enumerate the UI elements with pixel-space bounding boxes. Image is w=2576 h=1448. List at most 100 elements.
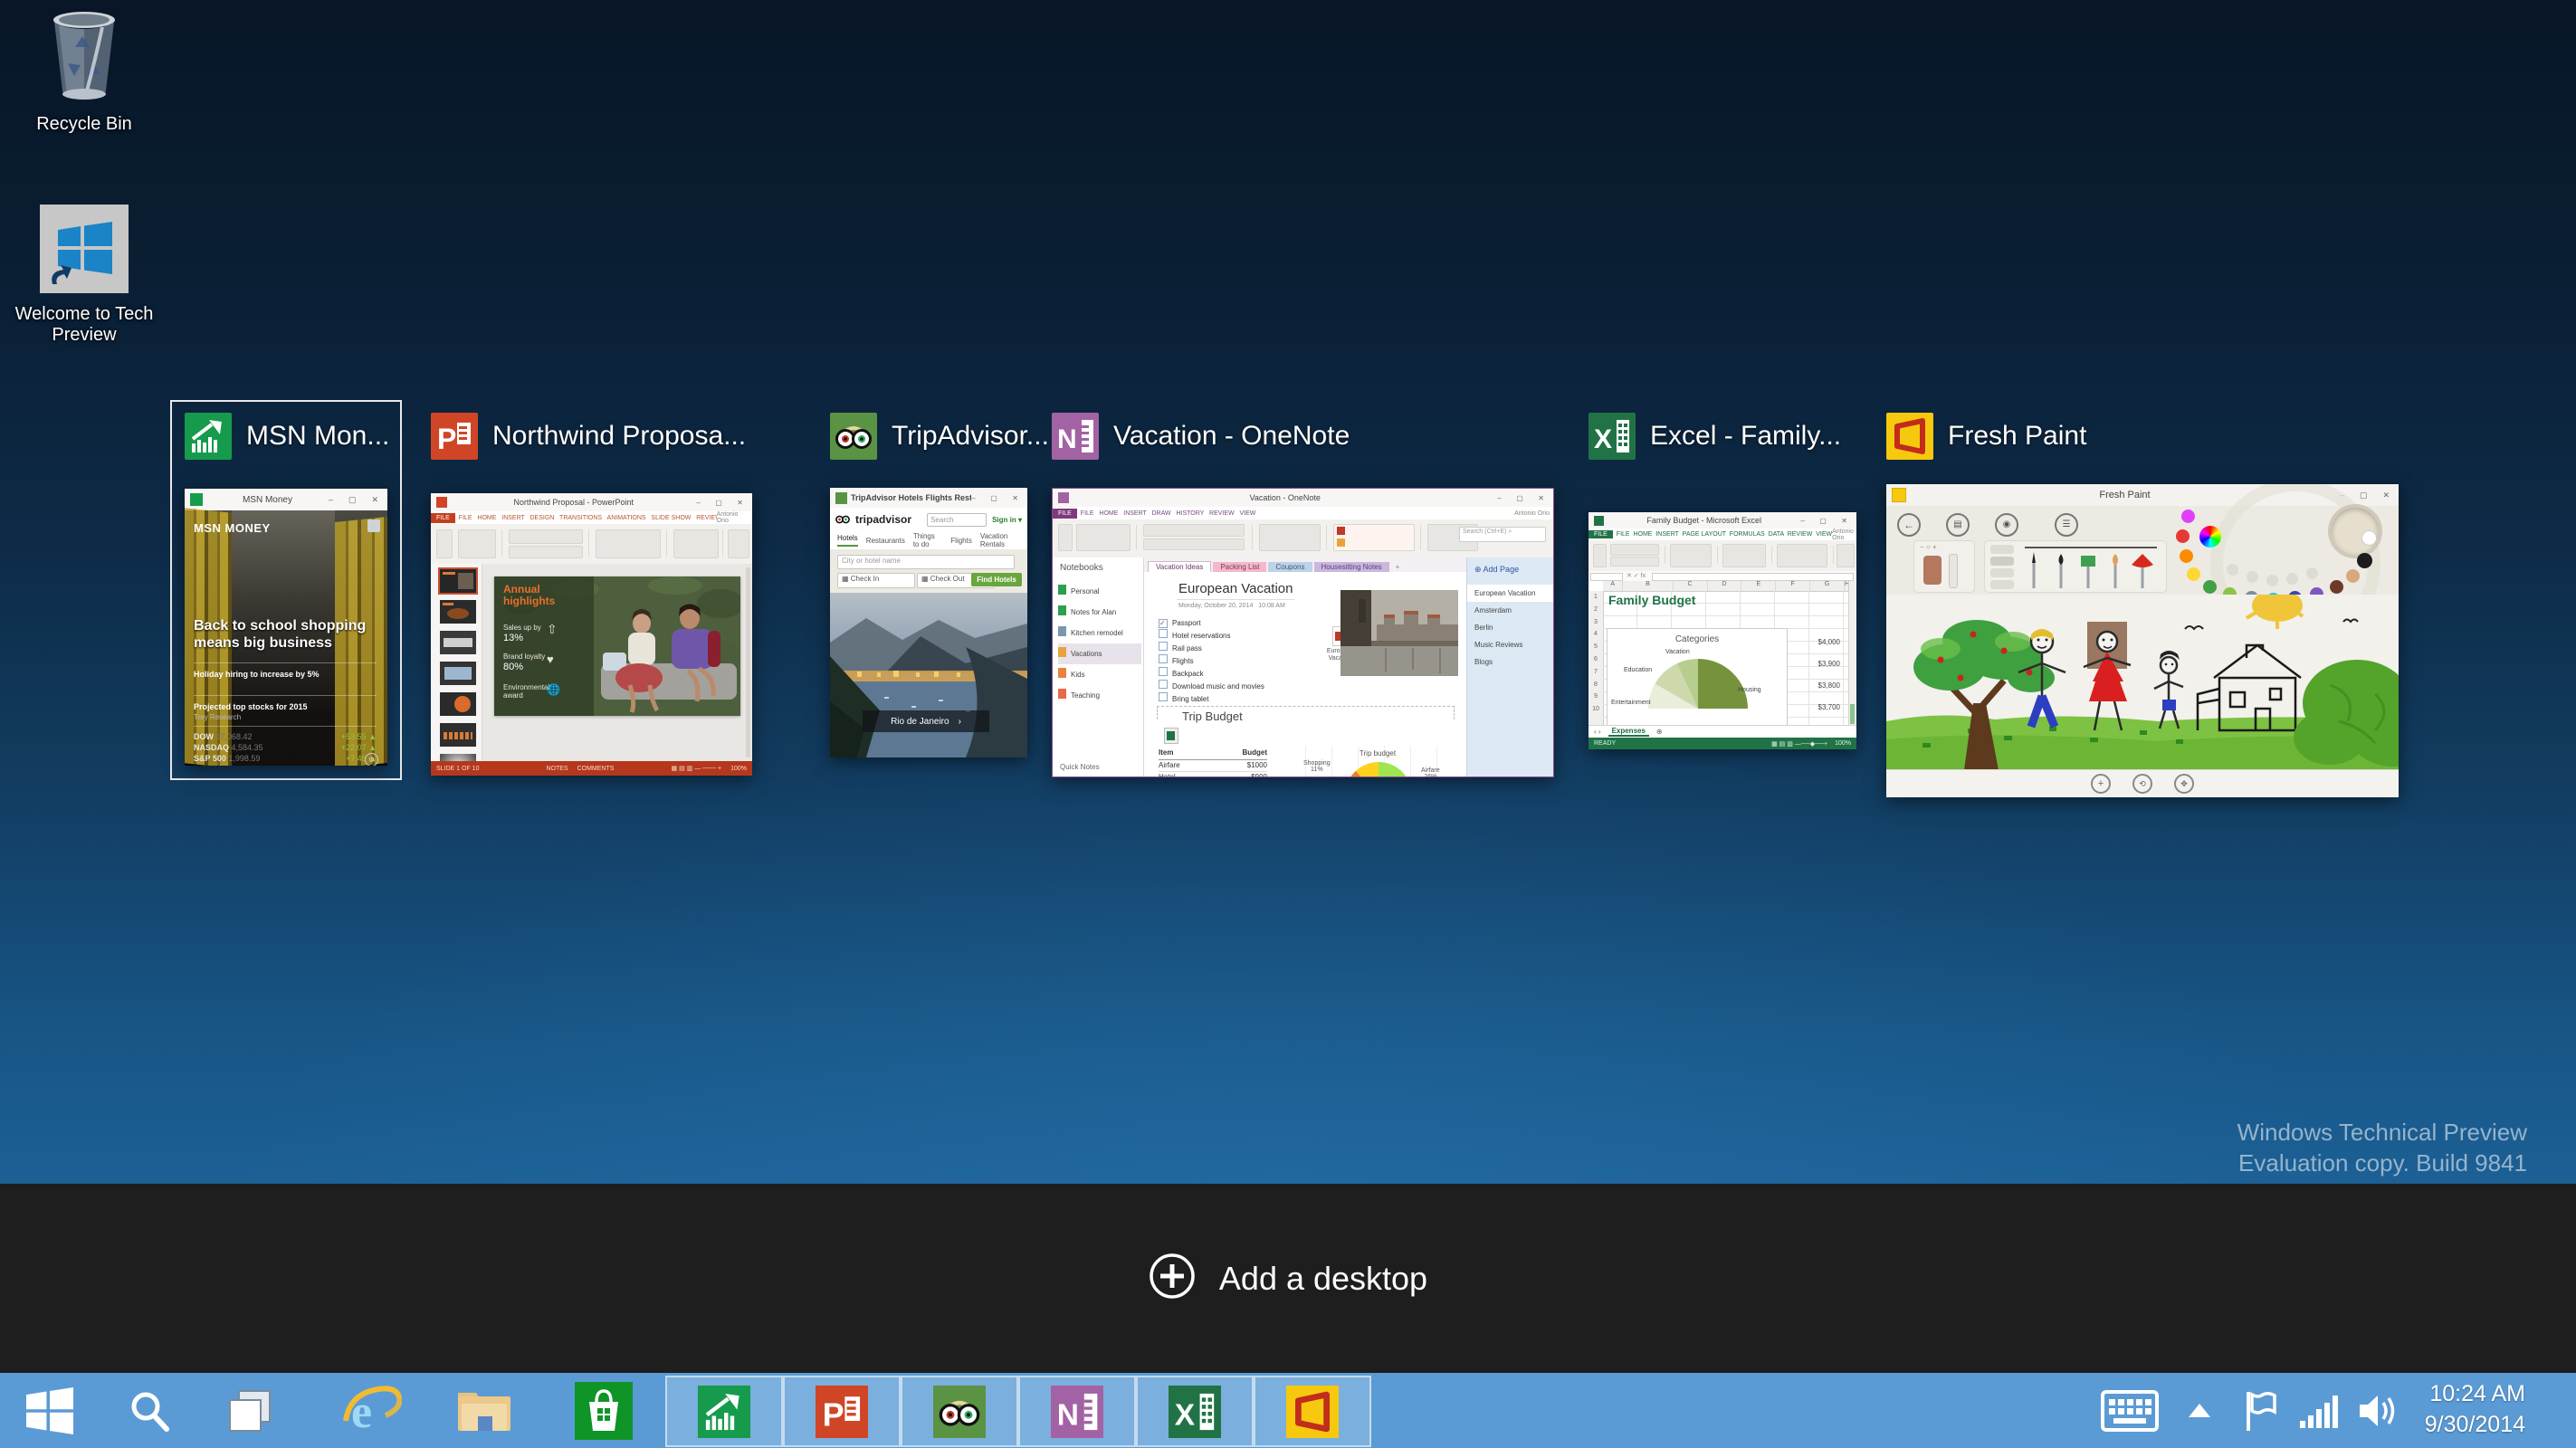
- taskbar-powerpoint-button[interactable]: P: [783, 1376, 901, 1447]
- checkbox-icon[interactable]: [1159, 692, 1168, 701]
- checkbox-icon[interactable]: [1159, 629, 1168, 638]
- menu-button[interactable]: ☰: [2055, 513, 2078, 537]
- back-button[interactable]: ←: [1897, 513, 1921, 537]
- taskbar-tripadvisor-button[interactable]: [901, 1376, 1018, 1447]
- save-button[interactable]: ▤: [1946, 513, 1970, 537]
- embedded-excel-icon[interactable]: [1164, 728, 1178, 744]
- taskbar-fresh-paint-button[interactable]: [1254, 1376, 1371, 1447]
- painting-canvas[interactable]: [1886, 595, 2399, 770]
- site-logo[interactable]: tripadvisor: [855, 513, 911, 526]
- add-desktop-label[interactable]: Add a desktop: [1219, 1260, 1427, 1298]
- desktop-icon-welcome[interactable]: Welcome to Tech Preview: [7, 205, 161, 346]
- powerpoint-window-preview[interactable]: Northwind Proposal - PowerPoint – ▢ ✕ FI…: [431, 493, 752, 776]
- checkbox-icon[interactable]: [1159, 680, 1168, 689]
- task-view-tile-powerpoint[interactable]: P Northwind Proposa... Northwind Proposa…: [418, 402, 765, 780]
- size-slider[interactable]: [2025, 547, 2157, 548]
- onenote-window-preview[interactable]: Vacation - OneNote – ▢ ✕ FILE FILE HOME …: [1052, 488, 1554, 777]
- section-tab[interactable]: Housesitting Notes: [1313, 562, 1389, 572]
- add-page-button[interactable]: ⊕ Add Page: [1474, 565, 1519, 575]
- section-tab[interactable]: Packing List: [1213, 562, 1267, 572]
- show-hidden-icons-button[interactable]: [2180, 1373, 2219, 1448]
- store-button[interactable]: [567, 1373, 641, 1448]
- add-desktop-button[interactable]: [1149, 1253, 1196, 1304]
- msn-money-window-preview[interactable]: MSN Money – ▢ ✕ MSN MONEY Back to school…: [185, 489, 387, 766]
- comments-button[interactable]: COMMENTS: [577, 766, 615, 772]
- desktop-icon-recycle-bin[interactable]: Recycle Bin: [7, 11, 161, 135]
- story-2-source: Trey Research: [194, 713, 242, 721]
- taskbar-excel-button[interactable]: X: [1136, 1376, 1254, 1447]
- page-item[interactable]: Berlin: [1467, 619, 1553, 636]
- city-input[interactable]: City or hotel name: [837, 555, 1015, 569]
- task-view-tile-tripadvisor[interactable]: TripAdvisor... TripAdvisor Hotels Flight…: [817, 402, 1049, 762]
- add-sheet-button[interactable]: ⊕: [1656, 728, 1663, 736]
- eraser-panel[interactable]: − ○ +: [1913, 540, 1975, 593]
- task-view-tile-msn-money[interactable]: MSN Mon... MSN Money – ▢ ✕ MSN MONEY Bac…: [170, 400, 402, 780]
- notebook-item[interactable]: Kitchen remodel: [1058, 623, 1141, 643]
- add-section-tab[interactable]: +: [1391, 562, 1405, 572]
- page-item[interactable]: Music Reviews: [1467, 636, 1553, 653]
- page-item-selected[interactable]: European Vacation: [1467, 585, 1553, 602]
- task-view-button[interactable]: [215, 1373, 286, 1448]
- taskbar-onenote-button[interactable]: N: [1018, 1376, 1136, 1447]
- task-view-tile-fresh-paint[interactable]: Fresh Paint Fresh Paint – ▢ ✕ ← ▤ ◉ ☰ − …: [1874, 402, 2411, 802]
- excel-window-preview[interactable]: Family Budget - Microsoft Excel – ▢ ✕ FI…: [1589, 512, 1856, 749]
- color-palette[interactable]: [2176, 484, 2399, 649]
- site-search-input[interactable]: Search: [927, 512, 987, 527]
- task-view-tile-onenote[interactable]: N Vacation - OneNote Vacation - OneNote …: [1039, 402, 1565, 780]
- fresh-paint-window-preview[interactable]: Fresh Paint – ▢ ✕ ← ▤ ◉ ☰ − ○ + + ⟲ ✥: [1886, 484, 2399, 797]
- search-box[interactable]: Search (Ctrl+E) ⌕: [1459, 527, 1546, 542]
- notebook-item[interactable]: Kids: [1058, 664, 1141, 685]
- nav-things[interactable]: Things to do: [913, 532, 942, 548]
- notebook-item[interactable]: Teaching: [1058, 685, 1141, 706]
- file-explorer-button[interactable]: [447, 1373, 521, 1448]
- reset-button[interactable]: ⟲: [2132, 774, 2152, 794]
- sign-in-link[interactable]: Sign in ▾: [992, 516, 1022, 524]
- search-button[interactable]: [114, 1373, 185, 1448]
- checkbox-icon[interactable]: [1159, 642, 1168, 651]
- section-tab-selected[interactable]: Vacation Ideas: [1148, 561, 1212, 572]
- ribbon: Search (Ctrl+E) ⌕: [1053, 519, 1553, 558]
- notes-button[interactable]: NOTES: [546, 766, 568, 772]
- page-item[interactable]: Blogs: [1467, 653, 1553, 671]
- taskbar-msn-money-button[interactable]: [665, 1376, 783, 1447]
- destination-caption[interactable]: Rio de Janeiro ›: [863, 710, 989, 732]
- notebook-item[interactable]: Notes for Alan: [1058, 602, 1141, 623]
- scrollbar[interactable]: [746, 567, 750, 757]
- start-button[interactable]: [13, 1373, 87, 1448]
- find-hotels-button[interactable]: Find Hotels: [971, 573, 1022, 586]
- touch-keyboard-button[interactable]: [2098, 1373, 2161, 1448]
- nav-restaurants[interactable]: Restaurants: [866, 537, 905, 545]
- section-tab[interactable]: Coupons: [1268, 562, 1312, 572]
- nav-flights[interactable]: Flights: [950, 537, 972, 545]
- nav-rentals[interactable]: Vacation Rentals: [980, 532, 1020, 548]
- nav-hotels[interactable]: Hotels: [837, 534, 858, 547]
- quick-notes[interactable]: Quick Notes: [1060, 763, 1100, 771]
- notebook-item[interactable]: Personal: [1058, 581, 1141, 602]
- checkbox-checked-icon[interactable]: ✓: [1159, 619, 1168, 628]
- budget-values: $4,000 $3,900 $3,800 $3,700: [1818, 638, 1840, 711]
- msn-money-mini-icon: [190, 493, 203, 506]
- network-button[interactable]: [2294, 1373, 2344, 1448]
- camera-button[interactable]: ◉: [1995, 513, 2018, 537]
- tripadvisor-window-preview[interactable]: TripAdvisor Hotels Flights Restaurants –…: [830, 488, 1027, 757]
- sheet-tab[interactable]: Expenses: [1608, 727, 1649, 737]
- check-in-input[interactable]: ▦ Check In: [837, 573, 915, 588]
- page-item[interactable]: Amsterdam: [1467, 602, 1553, 619]
- brush-panel[interactable]: [1984, 540, 2167, 593]
- task-view-tile-excel[interactable]: X Excel - Family... Family Budget - Micr…: [1576, 402, 1869, 753]
- scrollbar[interactable]: [1848, 581, 1856, 726]
- zoom-slider[interactable]: ▦ ▤ ▥ — ─── +: [672, 765, 722, 772]
- notebook-item-selected[interactable]: Vacations: [1058, 643, 1141, 664]
- desktop-background[interactable]: Recycle Bin Welcome to Tech Preview Wind…: [0, 0, 2576, 1184]
- color-wheel-icon[interactable]: [2199, 526, 2221, 548]
- checkbox-icon[interactable]: [1159, 654, 1168, 663]
- checkbox-icon[interactable]: [1159, 667, 1168, 676]
- clock[interactable]: 10:24 AM 9/30/2014: [2425, 1378, 2525, 1440]
- ribbon-tabs: FILE FILE HOME INSERT PAGE LAYOUT FORMUL…: [1589, 529, 1856, 541]
- action-center-button[interactable]: [2236, 1373, 2286, 1448]
- view-buttons[interactable]: ▦ ▤ ▥ —──◆──+: [1771, 740, 1827, 748]
- tools-button[interactable]: ✥: [2174, 774, 2194, 794]
- internet-explorer-button[interactable]: e: [333, 1373, 411, 1448]
- add-layer-button[interactable]: +: [2091, 774, 2111, 794]
- volume-button[interactable]: [2352, 1373, 2404, 1448]
